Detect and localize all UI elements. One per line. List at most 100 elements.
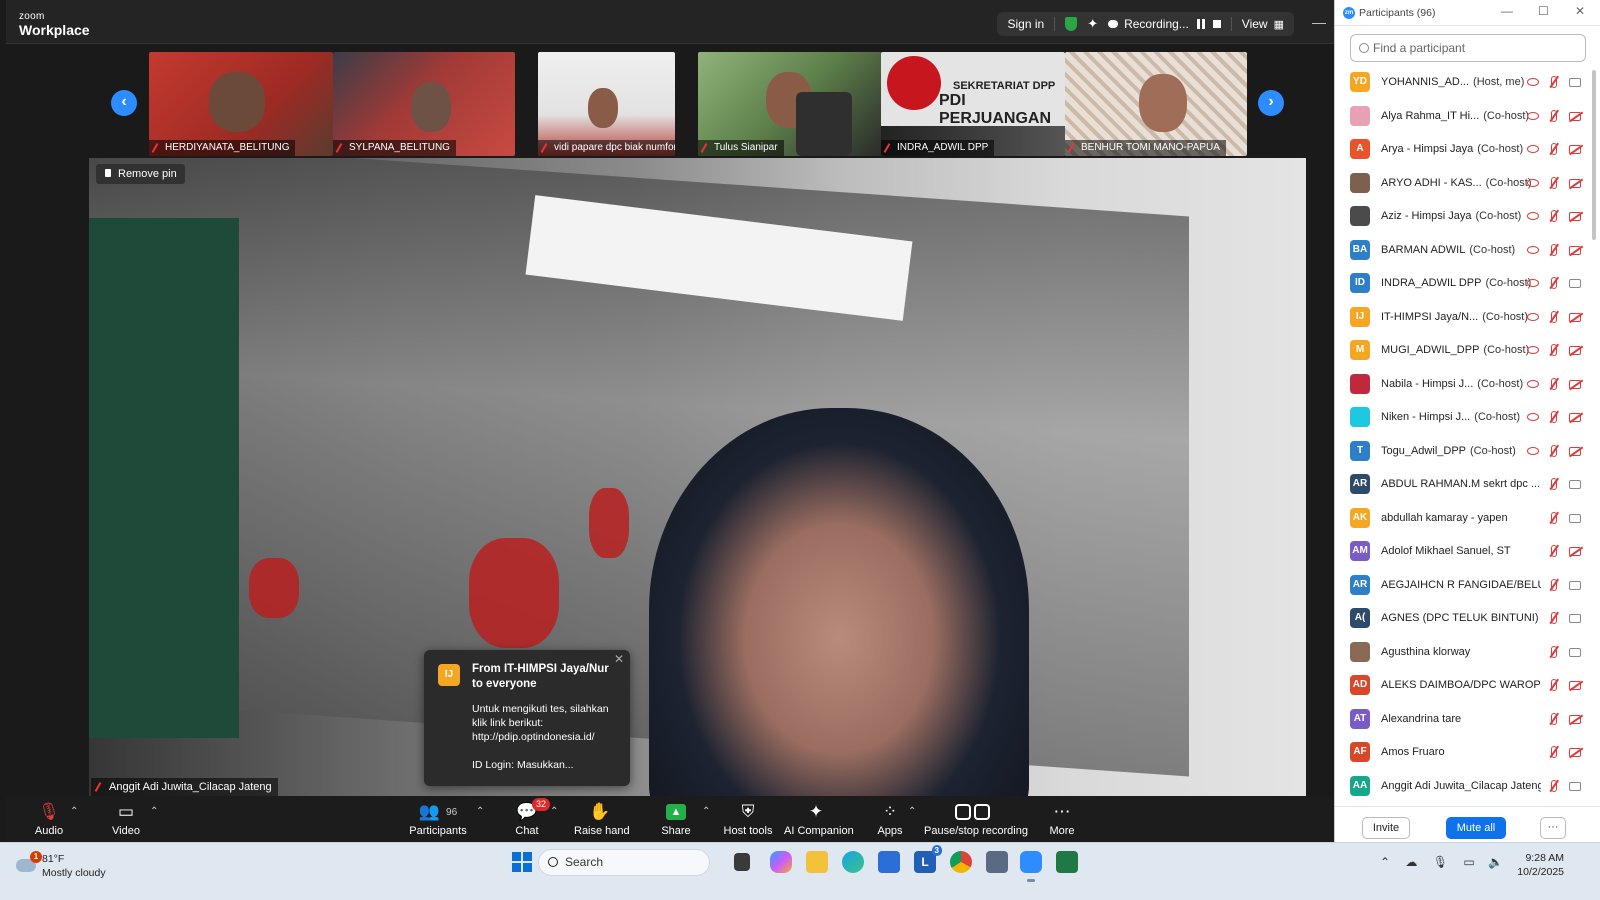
main-video[interactable] <box>89 158 1306 796</box>
stop-recording-icon[interactable] <box>1212 20 1221 28</box>
participant-row[interactable]: A(AGNES (DPC TELUK BINTUNI) <box>1335 602 1591 636</box>
participant-row[interactable]: Aziz - Himpsi Jaya (Co-host) <box>1335 200 1591 234</box>
close-icon[interactable]: ✕ <box>1575 4 1585 18</box>
raise-hand-button[interactable]: ✋ Raise hand <box>574 800 630 838</box>
camera-off-icon[interactable] <box>1569 714 1581 724</box>
participant-row[interactable]: AR ABDUL RAHMAN.M sekrt dpc ... <box>1335 468 1591 502</box>
muted-mic-icon[interactable] <box>1551 411 1557 423</box>
onedrive-icon[interactable]: ☁ <box>1405 855 1417 869</box>
camera-off-icon[interactable] <box>1569 145 1581 154</box>
host-tools-button[interactable]: ⛨ Host tools <box>722 800 774 838</box>
participant-row[interactable]: M MUGI_ADWIL_DPP (Co-host) <box>1335 334 1591 368</box>
muted-mic-icon[interactable] <box>1551 243 1557 256</box>
task-view-icon[interactable] <box>734 853 750 871</box>
muted-mic-icon[interactable] <box>1551 210 1557 222</box>
muted-mic-icon[interactable] <box>1551 545 1557 557</box>
participant-tile[interactable]: SYLPANA_BELITUNG <box>333 52 515 156</box>
lync-icon[interactable]: L3 <box>914 845 942 873</box>
share-options-caret[interactable]: ⌃ <box>702 806 710 817</box>
copilot-icon[interactable] <box>770 851 792 873</box>
participant-row[interactable]: BA BARMAN ADWIL (Co-host) <box>1335 234 1591 268</box>
edge-icon[interactable] <box>842 851 864 873</box>
participant-row[interactable]: AA Anggit Adi Juwita_Cilacap Jateng <box>1335 770 1591 804</box>
participant-row[interactable]: AD ALEKS DAIMBOA/DPC WAROPEN <box>1335 669 1591 703</box>
network-icon[interactable]: ▭ <box>1463 855 1474 869</box>
participant-row[interactable]: Niken - Himpsi J... (Co-host) <box>1335 401 1591 435</box>
participant-tile[interactable]: Tulus Sianipar <box>698 52 882 156</box>
sign-in-button[interactable]: Sign in <box>1007 17 1044 31</box>
camera-icon[interactable] <box>1569 78 1581 87</box>
participant-row[interactable]: AK abdullah kamaray - yapen <box>1335 502 1591 536</box>
remove-pin-button[interactable]: Remove pin <box>96 164 185 184</box>
video-options-caret[interactable]: ⌃ <box>150 806 158 817</box>
muted-mic-icon[interactable] <box>1551 444 1557 457</box>
file-explorer-icon[interactable] <box>806 851 828 873</box>
muted-mic-icon[interactable] <box>1551 478 1557 490</box>
view-grid-icon[interactable]: ▦ <box>1274 18 1284 31</box>
participant-search-input[interactable]: Find a participant <box>1350 34 1586 62</box>
participant-row[interactable]: AM Adolof Mikhael Sanuel, ST <box>1335 535 1591 569</box>
camera-icon[interactable] <box>1569 513 1581 523</box>
audio-options-caret[interactable]: ⌃ <box>70 806 78 817</box>
chat-options-caret[interactable]: ⌃ <box>550 806 558 817</box>
camera-off-icon[interactable] <box>1569 413 1581 422</box>
volume-icon[interactable]: 🔈 <box>1488 855 1503 869</box>
minimize-icon[interactable]: — <box>1501 4 1513 18</box>
camera-icon[interactable] <box>1569 647 1581 657</box>
minimize-icon[interactable]: — <box>1312 14 1326 30</box>
panel-more-button[interactable]: ··· <box>1540 817 1566 839</box>
chat-button[interactable]: 💬 32 Chat <box>512 798 551 838</box>
muted-mic-icon[interactable] <box>1551 712 1557 725</box>
video-button[interactable]: ▭ Video <box>110 800 142 838</box>
muted-mic-icon[interactable] <box>1551 143 1557 155</box>
pause-stop-recording-button[interactable]: Pause/stop recording <box>924 800 1028 838</box>
camera-off-icon[interactable] <box>1569 346 1581 355</box>
camera-icon[interactable] <box>1569 279 1581 288</box>
audio-button[interactable]: 🎙 Audio <box>33 800 65 838</box>
share-button[interactable]: ▲ Share <box>660 800 692 838</box>
muted-mic-icon[interactable] <box>1551 109 1557 122</box>
muted-mic-icon[interactable] <box>1551 310 1557 323</box>
muted-mic-icon[interactable] <box>1551 746 1557 758</box>
microphone-icon[interactable]: 🎙 <box>1433 855 1448 869</box>
calculator-icon[interactable] <box>986 851 1008 873</box>
participant-tile[interactable]: BENHUR TOMI MANO-PAPUA <box>1065 52 1247 156</box>
camera-icon[interactable] <box>1569 781 1581 791</box>
ai-companion-button[interactable]: ✦ AI Companion <box>784 800 854 838</box>
muted-mic-icon[interactable] <box>1551 779 1557 792</box>
scrollbar[interactable] <box>1592 70 1596 240</box>
apps-options-caret[interactable]: ⌃ <box>908 806 916 817</box>
participant-row[interactable]: ID INDRA_ADWIL DPP (Co-host) <box>1335 267 1591 301</box>
participant-row[interactable]: A Arya - Himpsi Jaya (Co-host) <box>1335 133 1591 167</box>
camera-off-icon[interactable] <box>1569 312 1581 322</box>
camera-off-icon[interactable] <box>1569 681 1581 690</box>
participant-row[interactable]: Agusthina klorway <box>1335 636 1591 670</box>
participant-tile[interactable]: vidi papare dpc biak numfor <box>538 52 675 156</box>
tray-overflow-icon[interactable]: ⌃ <box>1380 855 1390 869</box>
prev-page-button[interactable]: ‹ <box>111 90 137 116</box>
camera-off-icon[interactable] <box>1569 446 1581 456</box>
muted-mic-icon[interactable] <box>1551 344 1557 356</box>
camera-off-icon[interactable] <box>1569 212 1581 221</box>
participants-options-caret[interactable]: ⌃ <box>476 806 484 817</box>
camera-off-icon[interactable] <box>1569 379 1581 389</box>
clock[interactable]: 9:28 AM 10/2/2025 <box>1508 851 1564 879</box>
participant-row[interactable]: AR AEGJAIHCN R FANGIDAE/BELU <box>1335 569 1591 603</box>
muted-mic-icon[interactable] <box>1551 277 1557 289</box>
participant-row[interactable]: AF Amos Fruaro <box>1335 736 1591 770</box>
weather-widget[interactable]: 1 81°F Mostly cloudy <box>12 851 122 883</box>
ai-sparkle-icon[interactable]: ✦ <box>1087 16 1098 32</box>
next-page-button[interactable]: › <box>1258 90 1284 116</box>
camera-icon[interactable] <box>1569 614 1581 623</box>
muted-mic-icon[interactable] <box>1551 679 1557 691</box>
participant-row[interactable]: ARYO ADHI - KAS... (Co-host) <box>1335 167 1591 201</box>
muted-mic-icon[interactable] <box>1551 578 1557 591</box>
participant-row[interactable]: Alya Rahma_IT Hi... (Co-host) <box>1335 100 1591 134</box>
camera-off-icon[interactable] <box>1569 547 1581 556</box>
pause-recording-icon[interactable] <box>1196 19 1205 29</box>
muted-mic-icon[interactable] <box>1551 511 1557 524</box>
camera-off-icon[interactable] <box>1569 111 1581 121</box>
close-icon[interactable]: ✕ <box>614 652 624 666</box>
maximize-icon[interactable]: ☐ <box>1538 4 1549 18</box>
taskbar-search[interactable]: Search <box>538 849 710 876</box>
